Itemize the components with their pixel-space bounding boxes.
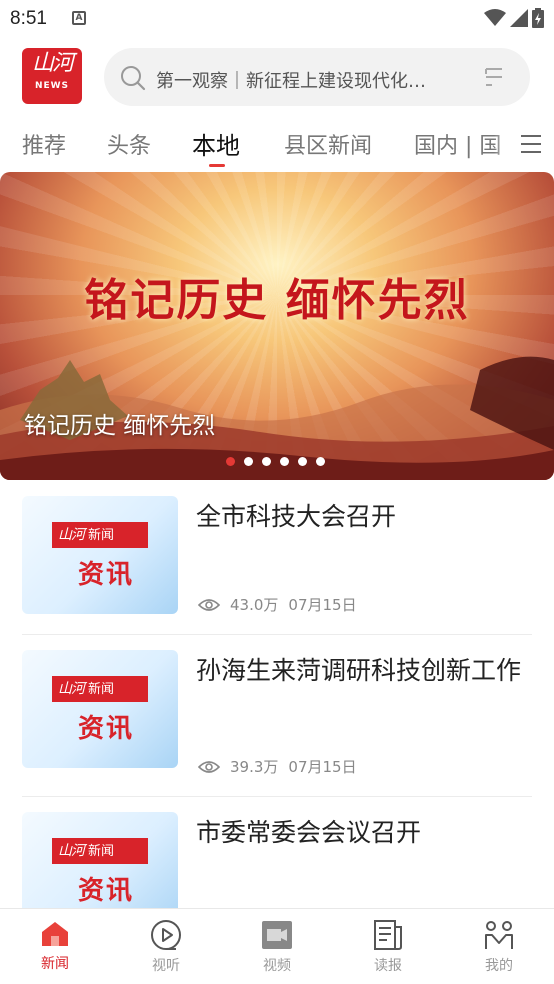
thumbnail-tag-text: 新闻 (88, 528, 115, 543)
nav-label: 视频 (263, 958, 291, 974)
view-count: 43.0万 (230, 596, 279, 614)
divider (22, 796, 532, 797)
publish-date: 07月15日 (288, 758, 357, 776)
nav-label: 我的 (485, 958, 513, 974)
news-meta: 43.0万 07月15日 (198, 594, 357, 615)
tab-county-news[interactable]: 县区新闻 (284, 128, 372, 160)
menu-icon[interactable] (520, 134, 542, 154)
carousel-dot[interactable] (226, 457, 235, 466)
eye-icon (198, 760, 220, 773)
banner-headline: 铭记历史 缅怀先烈 (84, 275, 470, 326)
newspaper-icon (374, 920, 402, 950)
scan-icon[interactable] (484, 67, 504, 87)
carousel-dots (226, 457, 325, 466)
thumbnail-word: 资讯 (78, 714, 135, 744)
home-icon (42, 922, 68, 946)
tab-domestic[interactable]: 国内 | 国 (414, 128, 501, 160)
news-thumbnail: 山河 新闻 资讯 (22, 812, 178, 908)
tab-local[interactable]: 本地 (192, 126, 240, 161)
nav-label: 新闻 (41, 956, 69, 972)
nav-newspaper[interactable]: 读报 (348, 919, 428, 975)
nav-video[interactable]: 视频 (237, 919, 317, 975)
header: 山河 NEWS 第一观察｜新征程上建设现代化… (0, 44, 554, 110)
news-item[interactable]: 山河 新闻 资讯 孙海生来菏调研科技创新工作 39.3万 07月15日 (22, 650, 532, 780)
notification-icon: A (72, 11, 86, 25)
thumbnail-word: 资讯 (78, 560, 135, 590)
search-bar[interactable]: 第一观察｜新征程上建设现代化… (104, 48, 530, 106)
news-meta: 39.3万 07月15日 (198, 756, 357, 777)
tab-fade (494, 120, 514, 168)
status-icons (484, 8, 544, 28)
thumbnail-tag-text: 新闻 (88, 844, 115, 859)
play-circle-icon (151, 920, 181, 950)
search-input[interactable]: 第一观察｜新征程上建设现代化… (156, 67, 456, 93)
tab-headlines[interactable]: 头条 (107, 128, 151, 160)
carousel-dot[interactable] (262, 457, 271, 466)
status-time: 8:51 (10, 8, 47, 29)
news-item[interactable]: 山河 新闻 资讯 全市科技大会召开 43.0万 07月15日 (22, 496, 532, 616)
nav-profile[interactable]: 我的 (459, 919, 539, 975)
nav-label: 读报 (374, 958, 402, 974)
status-bar: 8:51 A (0, 0, 554, 38)
tab-recommend[interactable]: 推荐 (22, 128, 66, 160)
news-thumbnail: 山河 新闻 资讯 (22, 496, 178, 614)
video-icon (262, 921, 292, 949)
channel-tabs: 推荐 头条 本地 县区新闻 国内 | 国 (0, 120, 554, 168)
carousel-dot[interactable] (316, 457, 325, 466)
thumbnail-tag: 山河 新闻 (52, 522, 148, 548)
news-title[interactable]: 市委常委会会议召开 (196, 812, 526, 854)
signal-icon (510, 9, 528, 27)
carousel-dot[interactable] (280, 457, 289, 466)
thumbnail-tag-text: 新闻 (88, 682, 115, 697)
thumbnail-logo: 山河 (58, 527, 85, 543)
thumbnail-word: 资讯 (78, 876, 135, 906)
banner-carousel[interactable]: 铭记历史 缅怀先烈 铭记历史 缅怀先烈 (0, 172, 554, 480)
divider (22, 634, 532, 635)
thumbnail-logo: 山河 (58, 681, 85, 697)
nav-label: 视听 (152, 958, 180, 974)
profile-icon (485, 921, 513, 949)
thumbnail-tag: 山河 新闻 (52, 676, 148, 702)
thumbnail-logo: 山河 (58, 843, 85, 859)
thumbnail-tag: 山河 新闻 (52, 838, 148, 864)
nav-news[interactable]: 新闻 (15, 919, 95, 973)
active-tab-indicator (209, 164, 225, 167)
carousel-dot[interactable] (298, 457, 307, 466)
news-title[interactable]: 孙海生来菏调研科技创新工作 (196, 650, 526, 692)
logo-mark: 山河 (31, 51, 74, 76)
eye-icon (198, 598, 220, 611)
app-logo[interactable]: 山河 NEWS (22, 48, 82, 104)
battery-icon (532, 8, 544, 28)
banner-caption: 铭记历史 缅怀先烈 (24, 413, 216, 439)
news-title[interactable]: 全市科技大会召开 (196, 496, 526, 538)
carousel-dot[interactable] (244, 457, 253, 466)
view-count: 39.3万 (230, 758, 279, 776)
wifi-icon (484, 9, 506, 26)
bottom-nav: 新闻 视听 视频 读报 我的 (0, 908, 554, 984)
nav-audio[interactable]: 视听 (126, 919, 206, 975)
news-item[interactable]: 山河 新闻 资讯 市委常委会会议召开 (22, 812, 532, 908)
search-icon (121, 66, 146, 91)
publish-date: 07月15日 (288, 596, 357, 614)
logo-sub: NEWS (34, 81, 70, 91)
news-thumbnail: 山河 新闻 资讯 (22, 650, 178, 768)
